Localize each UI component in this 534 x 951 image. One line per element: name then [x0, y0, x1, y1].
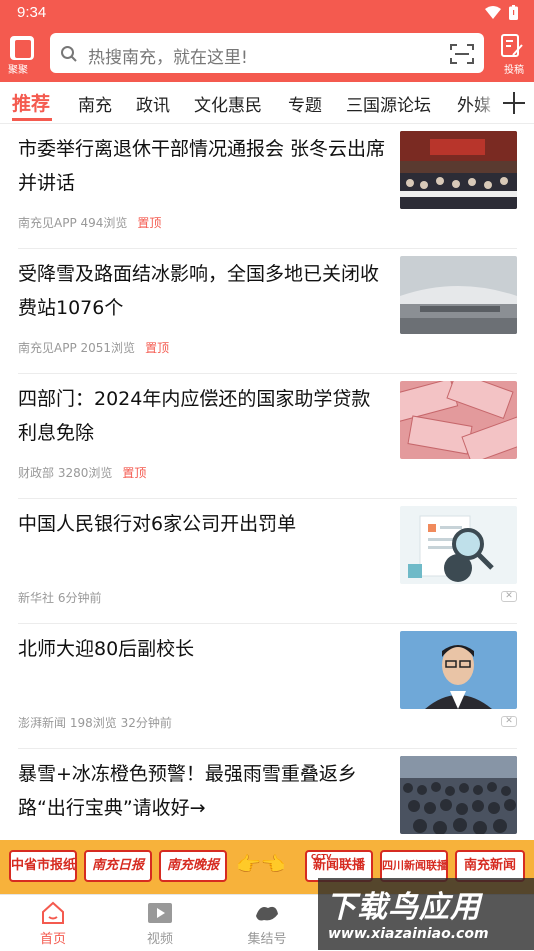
- cctv-badge: CCTV: [311, 853, 332, 861]
- news-source: 新华社: [18, 591, 55, 605]
- battery-icon: [509, 5, 518, 20]
- news-item[interactable]: 市委举行离退休干部情况通报会 张冬云出席并讲话 南充见APP 494浏览 置顶: [18, 124, 517, 249]
- status-icons: [485, 5, 518, 20]
- status-time: 9:34: [17, 4, 47, 21]
- news-meta: 财政部 3280浏览 置顶: [18, 464, 146, 481]
- news-source: 南充见APP: [18, 216, 77, 230]
- banner-item-nanchong-evening[interactable]: 南充晚报: [159, 850, 227, 882]
- app-bar: 聚聚 热搜南充，就在这里! 投稿: [0, 26, 534, 82]
- news-thumbnail: [400, 756, 517, 834]
- nav-rally-label: 集结号: [247, 932, 287, 947]
- news-thumbnail: [400, 631, 517, 709]
- news-feed: 市委举行离退休干部情况通报会 张冬云出席并讲话 南充见APP 494浏览 置顶 受…: [0, 124, 534, 840]
- add-channel-icon[interactable]: [500, 89, 528, 117]
- pinned-badge: 置顶: [145, 341, 170, 355]
- nav-video-label: 视频: [146, 932, 173, 947]
- news-title: 受降雪及路面结冰影响，全国多地已关闭收费站1076个: [18, 263, 380, 319]
- news-source: 南充见APP: [18, 341, 77, 355]
- tab-special[interactable]: 专题: [288, 91, 322, 116]
- tab-nanchong[interactable]: 南充: [78, 91, 112, 116]
- nav-rally[interactable]: 集结号: [227, 895, 307, 951]
- news-title: 四部门：2024年内应偿还的国家助学贷款利息免除: [18, 388, 371, 444]
- search-bar[interactable]: 热搜南充，就在这里!: [50, 33, 484, 73]
- status-bar: 9:34: [0, 0, 534, 26]
- news-source: 澎湃新闻: [18, 716, 67, 730]
- wifi-icon: [485, 6, 501, 19]
- video-icon: [148, 903, 172, 923]
- tab-culture[interactable]: 文化惠民: [194, 91, 262, 116]
- news-views: 3280浏览: [57, 466, 113, 480]
- banner-item-papers[interactable]: 中省市报纸: [9, 850, 77, 882]
- site-watermark: 下载鸟应用 www.xiazainiao.com: [318, 878, 534, 950]
- news-item[interactable]: 中国人民银行对6家公司开出罚单 新华社 6分钟前 ✕: [18, 499, 517, 624]
- news-meta: 新华社 6分钟前: [18, 589, 101, 606]
- nav-home[interactable]: 首页: [13, 895, 93, 951]
- tab-forum[interactable]: 三国源论坛: [346, 91, 431, 116]
- news-item[interactable]: 受降雪及路面结冰影响，全国多地已关闭收费站1076个 南充见APP 2051浏览…: [18, 249, 517, 374]
- pointing-hands-icon: 👉👈: [236, 852, 286, 876]
- channel-tabs: 推荐 南充 政讯 文化惠民 专题 三国源论坛 外媒: [0, 82, 534, 124]
- news-title: 暴雪+冰冻橙色预警！最强雨雪重叠返乡路“出行宝典”请收好→: [18, 763, 357, 819]
- nav-home-label: 首页: [39, 932, 66, 947]
- home-icon: [42, 901, 64, 924]
- rally-icon: [256, 906, 278, 921]
- post-icon[interactable]: [498, 33, 524, 59]
- tabs-fade: [474, 82, 498, 123]
- news-views: 6分钟前: [57, 591, 102, 605]
- logo-mark: [15, 40, 31, 58]
- active-tab-indicator: [12, 118, 52, 121]
- news-thumbnail: [400, 381, 517, 459]
- news-meta: 澎湃新闻 198浏览 32分钟前: [18, 714, 172, 731]
- news-thumbnail: [400, 506, 517, 584]
- news-item[interactable]: 暴雪+冰冻橙色预警！最强雨雪重叠返乡路“出行宝典”请收好→: [18, 749, 517, 840]
- dismiss-icon[interactable]: ✕: [501, 716, 517, 727]
- search-icon: [61, 46, 77, 62]
- logo-label: 聚聚: [8, 65, 28, 76]
- scan-icon[interactable]: [450, 43, 474, 65]
- pinned-badge: 置顶: [122, 466, 147, 480]
- news-views: 198浏览 32分钟前: [69, 716, 172, 730]
- news-thumbnail: [400, 131, 517, 209]
- search-placeholder: 热搜南充，就在这里!: [88, 48, 248, 68]
- nav-video[interactable]: 视频: [120, 895, 200, 951]
- watermark-text: 下载鸟应用: [326, 890, 481, 925]
- news-title: 北师大迎80后副校长: [18, 638, 195, 660]
- news-title: 中国人民银行对6家公司开出罚单: [18, 513, 297, 535]
- news-meta: 南充见APP 494浏览 置顶: [18, 214, 161, 231]
- pinned-badge: 置顶: [137, 216, 162, 230]
- news-item[interactable]: 北师大迎80后副校长 澎湃新闻 198浏览 32分钟前 ✕: [18, 624, 517, 749]
- news-meta: 南充见APP 2051浏览 置顶: [18, 339, 169, 356]
- dismiss-icon[interactable]: ✕: [501, 591, 517, 602]
- news-source: 财政部: [18, 466, 55, 480]
- news-title: 市委举行离退休干部情况通报会 张冬云出席并讲话: [18, 138, 386, 194]
- banner-item-nanchong-daily[interactable]: 南充日报: [84, 850, 152, 882]
- tab-recommend[interactable]: 推荐: [12, 89, 50, 116]
- news-item[interactable]: 四部门：2024年内应偿还的国家助学贷款利息免除 财政部 3280浏览 置顶: [18, 374, 517, 499]
- tab-politics[interactable]: 政讯: [136, 91, 170, 116]
- app-logo[interactable]: [10, 36, 34, 60]
- watermark-url: www.xiazainiao.com: [328, 926, 489, 942]
- news-views: 494浏览: [80, 216, 128, 230]
- news-thumbnail: [400, 256, 517, 334]
- news-views: 2051浏览: [80, 341, 136, 355]
- post-label[interactable]: 投稿: [504, 61, 524, 76]
